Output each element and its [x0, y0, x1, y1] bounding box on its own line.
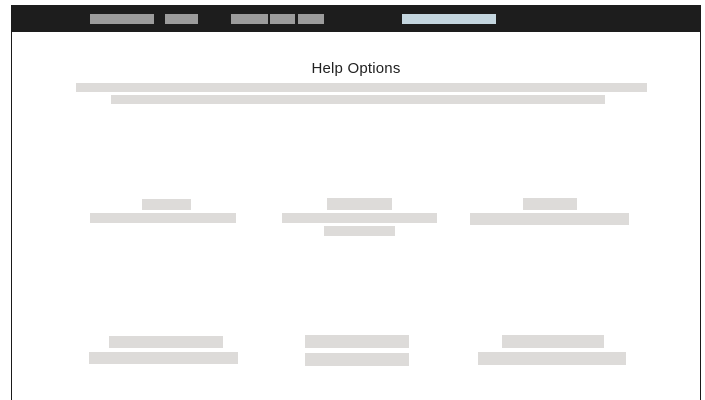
- help-option-heading: [142, 199, 191, 210]
- help-option-description: [470, 213, 629, 225]
- nav-link-placeholder-2[interactable]: [231, 14, 268, 24]
- browser-frame: Help Options: [11, 5, 701, 400]
- help-option-heading: [502, 335, 604, 348]
- help-option-description: [305, 353, 409, 366]
- help-option-description: [478, 352, 626, 365]
- nav-logo-placeholder[interactable]: [90, 14, 154, 24]
- search-field-placeholder[interactable]: [402, 14, 496, 24]
- intro-text-line-2: [111, 95, 605, 104]
- nav-link-placeholder-1[interactable]: [165, 14, 198, 24]
- page-title: Help Options: [311, 60, 401, 77]
- nav-link-placeholder-4[interactable]: [298, 14, 324, 24]
- help-option-description: [282, 213, 437, 223]
- help-option-heading: [305, 335, 409, 348]
- help-option-heading: [109, 336, 223, 348]
- nav-link-placeholder-3[interactable]: [270, 14, 295, 24]
- intro-text-line-1: [76, 83, 647, 92]
- help-option-heading: [327, 198, 392, 210]
- top-navigation-bar: [12, 5, 700, 32]
- help-option-description: [90, 213, 236, 223]
- help-option-heading: [523, 198, 577, 210]
- help-option-description: [324, 226, 395, 236]
- help-option-description: [89, 352, 238, 364]
